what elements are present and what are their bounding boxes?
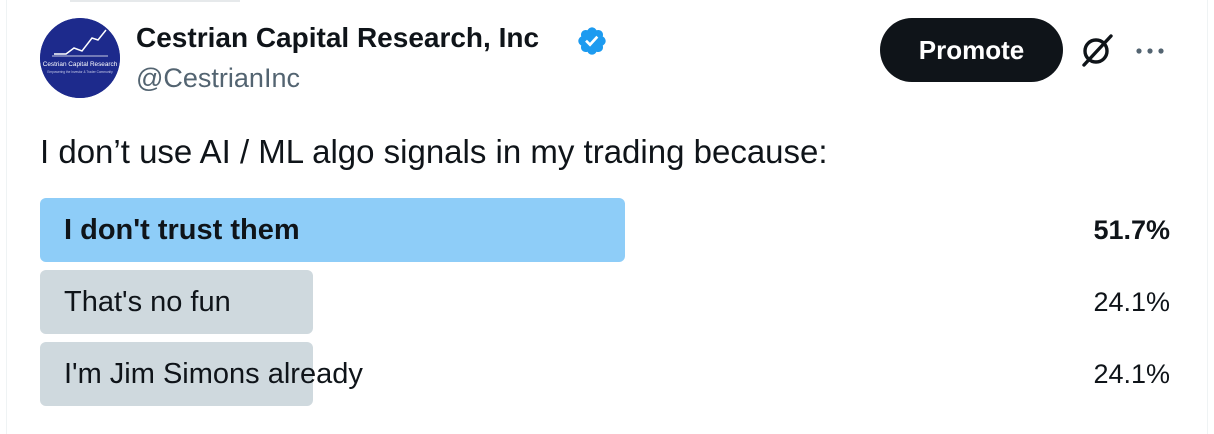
poll-option[interactable]: That's no fun 24.1%	[40, 270, 1170, 334]
grok-icon[interactable]	[1076, 30, 1118, 72]
avatar-subtext: Empowering the Investor & Trader Communi…	[47, 70, 113, 74]
poll-option-label: I'm Jim Simons already	[64, 358, 363, 390]
poll-option-percent: 51.7%	[1093, 215, 1170, 245]
tweet-text: I don’t use AI / ML algo signals in my t…	[40, 133, 828, 170]
author-handle[interactable]: @CestrianInc	[136, 60, 300, 96]
promote-button[interactable]: Promote	[880, 18, 1063, 82]
poll-option-label: That's no fun	[64, 286, 231, 318]
poll-option-percent: 24.1%	[1093, 287, 1170, 317]
verified-badge-icon[interactable]	[576, 25, 608, 57]
poll-option[interactable]: I'm Jim Simons already 24.1%	[40, 342, 1170, 406]
divider	[70, 0, 240, 2]
poll-option-label: I don't trust them	[64, 214, 300, 246]
more-horizontal-icon[interactable]	[1132, 36, 1168, 66]
poll-option[interactable]: I don't trust them 51.7%	[40, 198, 1170, 262]
avatar-text: Cestrian Capital Research	[43, 61, 118, 68]
poll-option-percent: 24.1%	[1093, 359, 1170, 389]
avatar[interactable]: Cestrian Capital Research Empowering the…	[40, 18, 120, 98]
author-name[interactable]: Cestrian Capital Research, Inc	[136, 20, 539, 56]
avatar-logo: Cestrian Capital Research Empowering the…	[40, 18, 120, 98]
